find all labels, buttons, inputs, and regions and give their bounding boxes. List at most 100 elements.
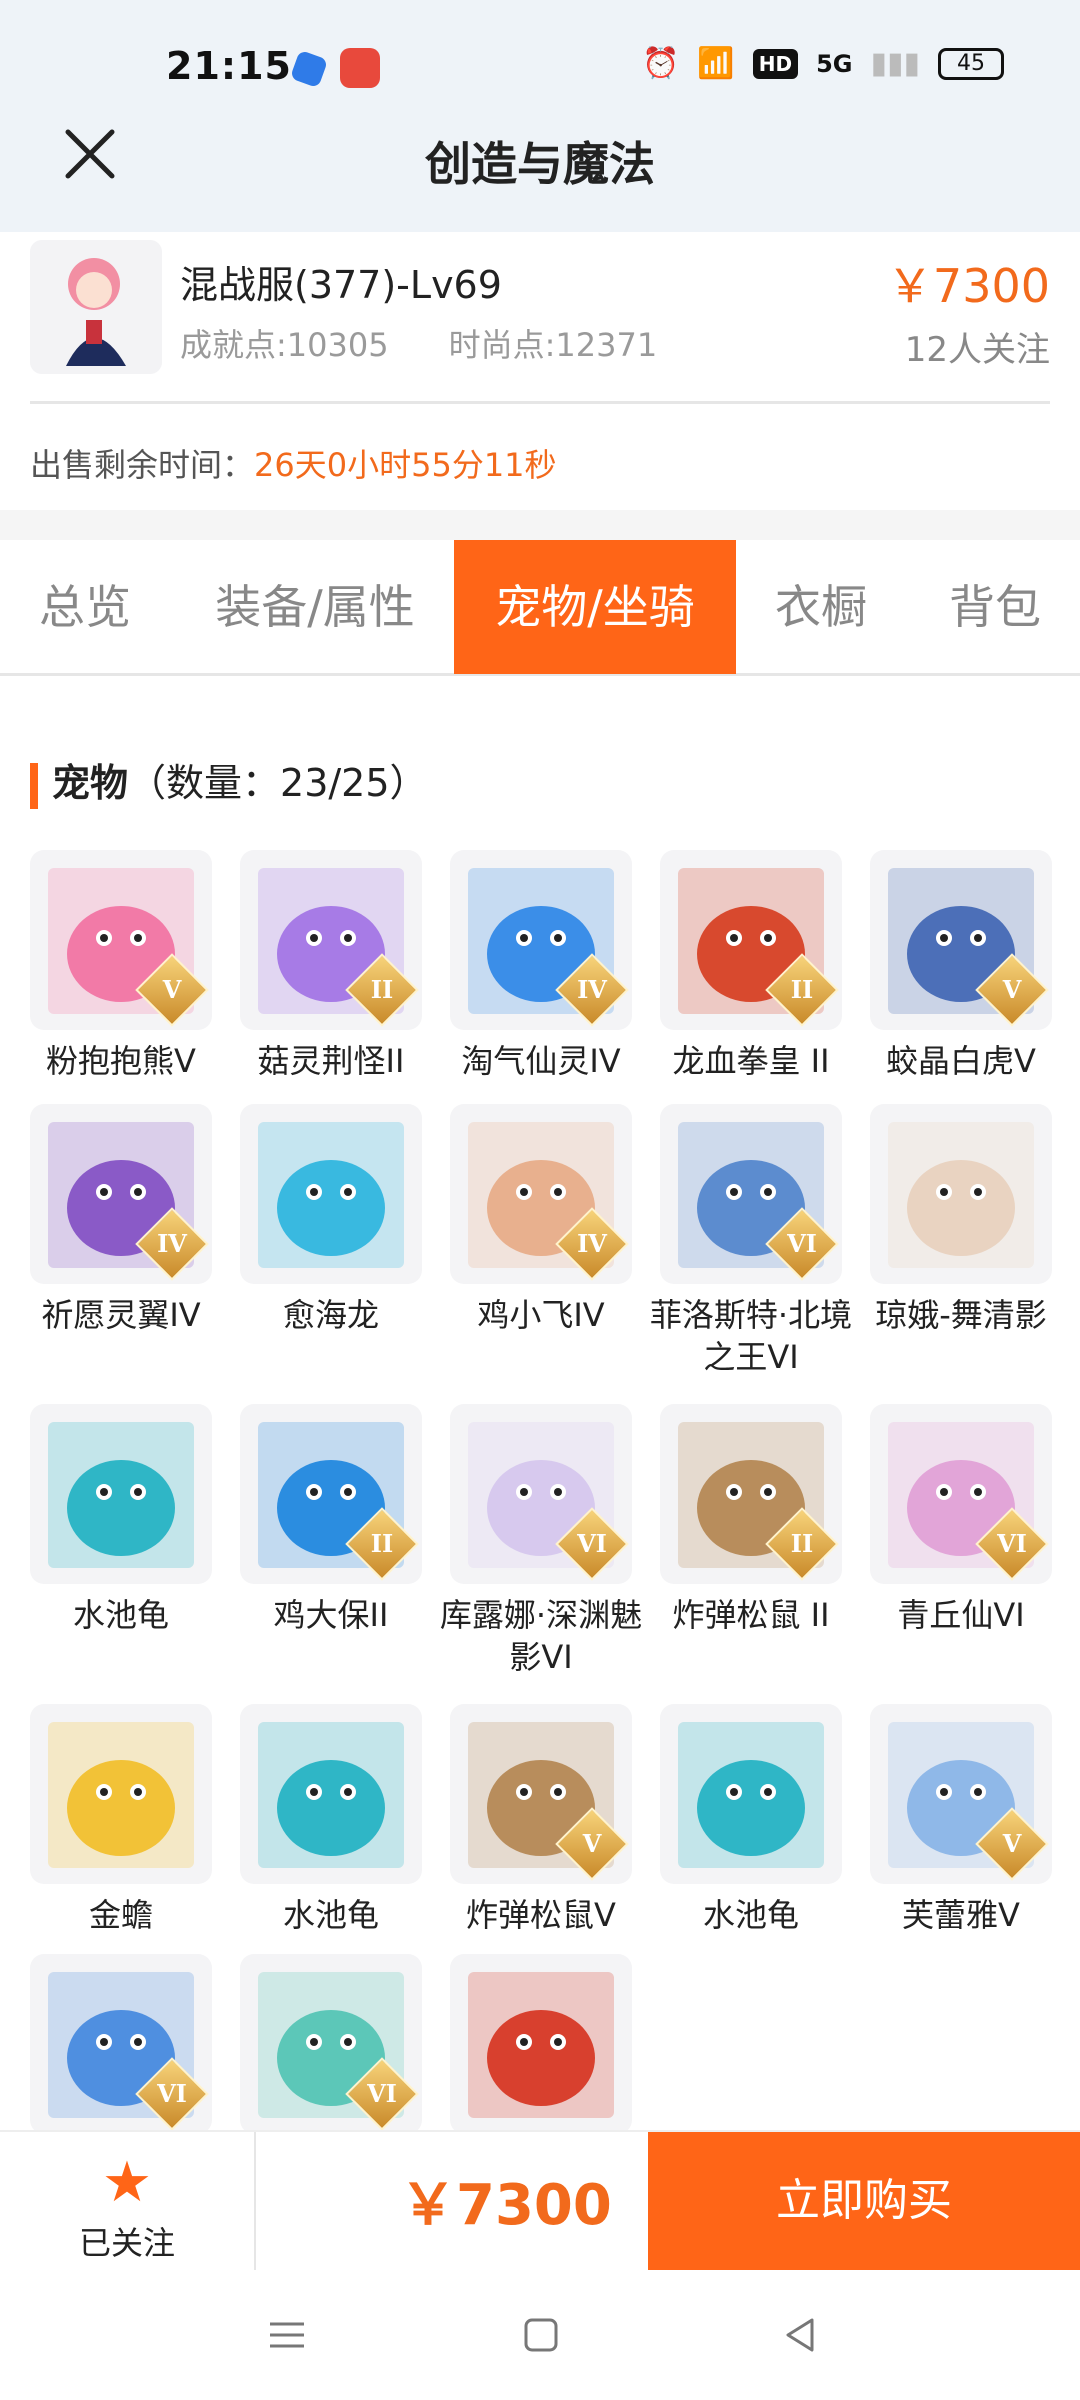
character-stats: 成就点:10305 时尚点:12371 (180, 320, 657, 366)
pet-item[interactable]: II 炸弹松鼠 II (660, 1404, 842, 1636)
system-nav-bar (0, 2270, 1080, 2400)
tab-equipment[interactable]: 装备/属性 (190, 540, 440, 674)
achievement-points: 成就点:10305 (180, 326, 389, 364)
grade-badge-text: VI (157, 2079, 187, 2108)
hd-icon: HD (752, 48, 799, 79)
pet-item[interactable]: VI 青丘仙VI (870, 1404, 1052, 1636)
pet-name: 愈海龙 (282, 1296, 379, 1334)
back-icon[interactable] (776, 2310, 826, 2360)
pets-title: 宠物 (52, 761, 129, 805)
pet-thumbnail: II (660, 1404, 842, 1584)
pet-item[interactable]: VI 库露娜·深渊魅影VI (440, 1404, 642, 1678)
pet-item[interactable]: 水池龟 (30, 1404, 212, 1636)
pet-name: 鸡小飞IV (477, 1296, 605, 1334)
pet-image (258, 1722, 404, 1868)
pet-thumbnail: V (450, 1704, 632, 1884)
pet-image (888, 1122, 1034, 1268)
pet-thumbnail: V (870, 1704, 1052, 1884)
grade-badge-text: II (370, 1529, 394, 1558)
pet-item[interactable]: II 龙血拳皇 II (660, 850, 842, 1082)
home-icon[interactable] (516, 2310, 566, 2360)
grade-badge-text: VI (787, 1229, 817, 1258)
followers-count: 12人关注 (904, 330, 1050, 370)
pet-item[interactable] (450, 1954, 632, 2130)
wifi-icon: 📶 (697, 46, 735, 81)
grade-badge-text: V (1002, 975, 1022, 1004)
character-avatar (30, 240, 162, 374)
pet-name: 金蟾 (88, 1896, 153, 1934)
grade-badge-text: II (790, 1529, 814, 1558)
grade-badge-text: IV (157, 1229, 187, 1258)
pet-thumbnail: IV (450, 1104, 632, 1284)
pet-item[interactable]: V 炸弹松鼠Ⅴ (450, 1704, 632, 1936)
pet-name: 水池龟 (72, 1596, 169, 1634)
app-notification-icon (340, 48, 380, 88)
pet-item[interactable]: IV 祈愿灵翼IV (30, 1104, 212, 1336)
pet-thumbnail: VI (450, 1404, 632, 1584)
pet-name: 淘气仙灵IV (461, 1042, 621, 1080)
pet-item[interactable]: V 芙蕾雅V (870, 1704, 1052, 1936)
pets-count: （数量：23/25） (128, 761, 428, 805)
pet-thumbnail: II (240, 850, 422, 1030)
pet-thumbnail: VI (660, 1104, 842, 1284)
signal-bars-icon: ▮▮▮ (870, 46, 920, 81)
status-time: 21:15 (166, 44, 292, 88)
pet-item[interactable]: 水池龟 (240, 1704, 422, 1936)
pet-item[interactable]: VI (240, 1954, 422, 2130)
pet-thumbnail (660, 1704, 842, 1884)
grade-badge-text: VI (367, 2079, 397, 2108)
pet-thumbnail: IV (450, 850, 632, 1030)
pet-image (678, 1722, 824, 1868)
grade-badge-text: IV (577, 1229, 607, 1258)
pet-thumbnail (870, 1104, 1052, 1284)
pet-item[interactable]: VI (30, 1954, 212, 2130)
grade-badge-text: V (162, 975, 182, 1004)
pet-thumbnail: V (870, 850, 1052, 1030)
pet-image (48, 1422, 194, 1568)
pet-name: 青丘仙VI (897, 1596, 1025, 1634)
pet-thumbnail: VI (240, 1954, 422, 2130)
pet-thumbnail: VI (870, 1404, 1052, 1584)
pet-item[interactable]: 琼娥-舞清影 (870, 1104, 1052, 1336)
grade-badge-text: IV (577, 975, 607, 1004)
grade-badge-text: V (1002, 1829, 1022, 1858)
pet-thumbnail (450, 1954, 632, 2130)
status-bar: 21:15 ⏰ 📶 HD 5G ▮▮▮ 45 (0, 0, 1080, 130)
pet-name: 祈愿灵翼IV (41, 1296, 201, 1334)
pet-item[interactable]: IV 鸡小飞IV (450, 1104, 632, 1336)
tab-overview[interactable]: 总览 (10, 540, 160, 674)
pet-name: 菇灵荆怪II (257, 1042, 405, 1080)
tab-wardrobe[interactable]: 衣橱 (756, 540, 886, 674)
follow-button[interactable]: ★ 已关注 (0, 2132, 256, 2270)
pet-thumbnail: II (240, 1404, 422, 1584)
sale-remaining-label: 出售剩余时间： (30, 446, 255, 484)
pet-thumbnail: II (660, 850, 842, 1030)
pet-name: 水池龟 (702, 1896, 799, 1934)
pet-thumbnail (30, 1404, 212, 1584)
grade-badge-text: II (790, 975, 814, 1004)
pet-item[interactable]: 愈海龙 (240, 1104, 422, 1336)
tab-bar: 总览 装备/属性 宠物/坐骑 衣橱 背包 (0, 540, 1080, 676)
pet-name: 炸弹松鼠Ⅴ (466, 1896, 616, 1934)
grade-badge-text: II (370, 975, 394, 1004)
bottom-bar: ★ 已关注 ￥7300 立即购买 (0, 2130, 1080, 2270)
grade-badge-text: V (582, 1829, 602, 1858)
tab-backpack[interactable]: 背包 (930, 540, 1060, 674)
pet-name: 蛟晶白虎Ⅴ (886, 1042, 1036, 1080)
pet-item[interactable]: V 蛟晶白虎Ⅴ (870, 850, 1052, 1082)
alarm-icon: ⏰ (642, 46, 680, 81)
pet-image (48, 1722, 194, 1868)
signal-icon: 5G (816, 49, 853, 78)
pet-item[interactable]: II 鸡大保II (240, 1404, 422, 1636)
menu-icon[interactable] (262, 2310, 312, 2360)
pet-item[interactable]: II 菇灵荆怪II (240, 850, 422, 1082)
pet-item[interactable]: V 粉抱抱熊Ⅴ (30, 850, 212, 1082)
tab-pets[interactable]: 宠物/坐骑 (454, 540, 736, 674)
pet-name: 菲洛斯特·北境之王VI (649, 1296, 853, 1376)
pet-item[interactable]: VI 菲洛斯特·北境之王VI (650, 1104, 852, 1378)
buy-now-button[interactable]: 立即购买 (648, 2132, 1080, 2270)
pet-item[interactable]: IV 淘气仙灵IV (450, 850, 632, 1082)
pet-item[interactable]: 金蟾 (30, 1704, 212, 1936)
pet-item[interactable]: 水池龟 (660, 1704, 842, 1936)
grade-badge-text: VI (997, 1529, 1027, 1558)
